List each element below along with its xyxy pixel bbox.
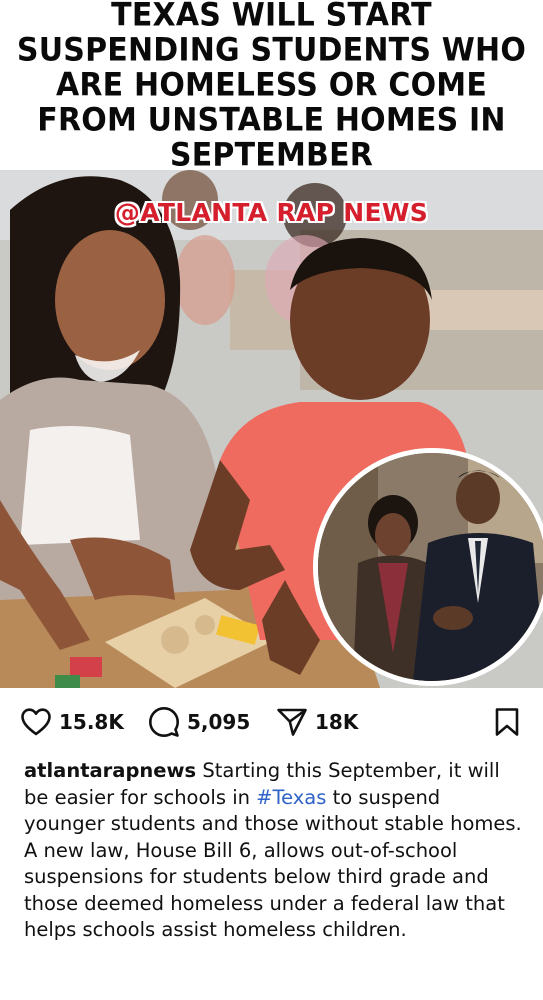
comment-count: 5,095 [187, 710, 251, 734]
like-button[interactable]: 15.8K [20, 706, 124, 738]
headline-text: TEXAS WILL START SUSPENDING STUDENTS WHO… [16, 0, 527, 174]
post-image[interactable]: @ATLANTA RAP NEWS [0, 170, 543, 688]
heart-icon [21, 708, 51, 736]
save-button[interactable] [494, 706, 520, 738]
paper-plane-icon [277, 708, 307, 736]
movie-still-inset [313, 448, 543, 686]
share-button[interactable]: 18K [276, 706, 358, 738]
caption-username[interactable]: atlantarapnews [24, 759, 196, 782]
instagram-post: TEXAS WILL START SUSPENDING STUDENTS WHO… [0, 0, 543, 1000]
watermark-text: @ATLANTA RAP NEWS [114, 198, 429, 227]
comment-bubble-icon [149, 707, 179, 737]
headline-banner: TEXAS WILL START SUSPENDING STUDENTS WHO… [0, 0, 543, 174]
post-caption: atlantarapnews Starting this September, … [24, 758, 524, 944]
inset-photo [318, 453, 543, 681]
like-count: 15.8K [59, 710, 124, 734]
comment-button[interactable]: 5,095 [148, 706, 250, 738]
caption-hashtag[interactable]: #Texas [256, 786, 326, 809]
action-bar: 15.8K 5,095 18K [0, 700, 543, 744]
bookmark-icon [495, 708, 519, 736]
share-count: 18K [315, 710, 359, 734]
